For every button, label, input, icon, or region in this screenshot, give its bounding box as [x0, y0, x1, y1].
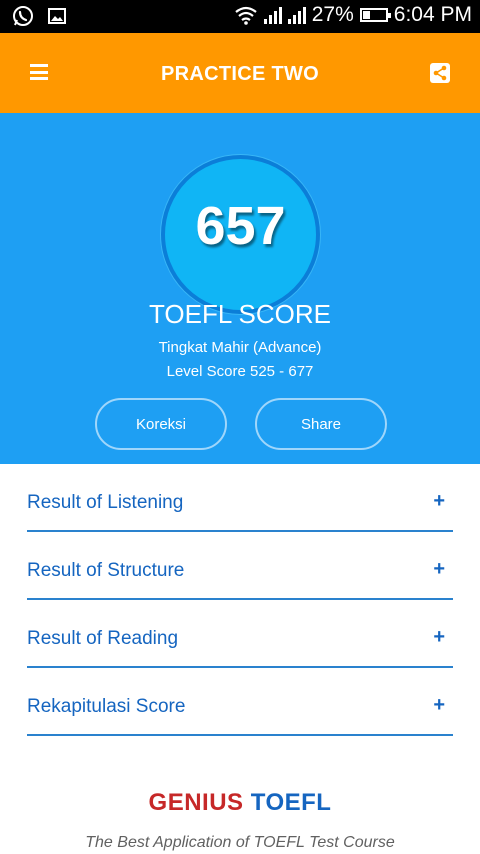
level-range: Level Score 525 - 677: [166, 363, 314, 380]
share-button[interactable]: Share: [255, 398, 387, 450]
result-structure-row[interactable]: Result of Structure +: [27, 532, 453, 600]
expand-plus-icon[interactable]: +: [433, 694, 445, 717]
tagline: The Best Application of TOEFL Test Cours…: [85, 834, 395, 851]
result-label: Result of Structure: [27, 560, 185, 581]
result-listening-row[interactable]: Result of Listening +: [27, 464, 453, 532]
brand-part-genius: GENIUS: [148, 789, 244, 816]
signal-icon: [287, 6, 306, 24]
koreksi-button[interactable]: Koreksi: [95, 398, 227, 450]
battery-percent: 27%: [311, 3, 354, 26]
score-value: 657: [195, 196, 286, 256]
clock: 6:04 PM: [393, 3, 472, 26]
brand-part-toefl: TOEFL: [250, 789, 332, 816]
brand-logo: GENIUS TOEFL: [0, 789, 480, 817]
signal-icon: [263, 6, 282, 24]
expand-plus-icon[interactable]: +: [433, 490, 445, 513]
wifi-icon: [235, 6, 257, 25]
result-label: Result of Listening: [27, 492, 184, 513]
image-icon: [48, 8, 66, 24]
page-title: PRACTICE TWO: [160, 63, 320, 85]
score-circle: 657: [161, 155, 320, 314]
result-reading-row[interactable]: Result of Reading +: [27, 600, 453, 668]
expand-plus-icon[interactable]: +: [433, 626, 445, 649]
battery-icon: [359, 8, 391, 22]
level-name: Tingkat Mahir (Advance): [158, 339, 322, 356]
rekapitulasi-score-row[interactable]: Rekapitulasi Score +: [27, 668, 453, 736]
expand-plus-icon[interactable]: +: [433, 558, 445, 581]
status-right: 27% 6:04 PM: [234, 3, 472, 27]
result-label: Rekapitulasi Score: [27, 696, 186, 717]
share-icon[interactable]: [430, 63, 450, 83]
score-label: TOEFL SCORE: [148, 299, 332, 329]
whatsapp-icon: [13, 6, 33, 26]
status-bar: 27% 6:04 PM: [0, 0, 480, 33]
score-panel: 657 TOEFL SCORE Tingkat Mahir (Advance) …: [0, 113, 480, 464]
status-left: [12, 5, 66, 27]
result-label: Result of Reading: [27, 628, 179, 649]
app-bar: PRACTICE TWO: [0, 33, 480, 113]
